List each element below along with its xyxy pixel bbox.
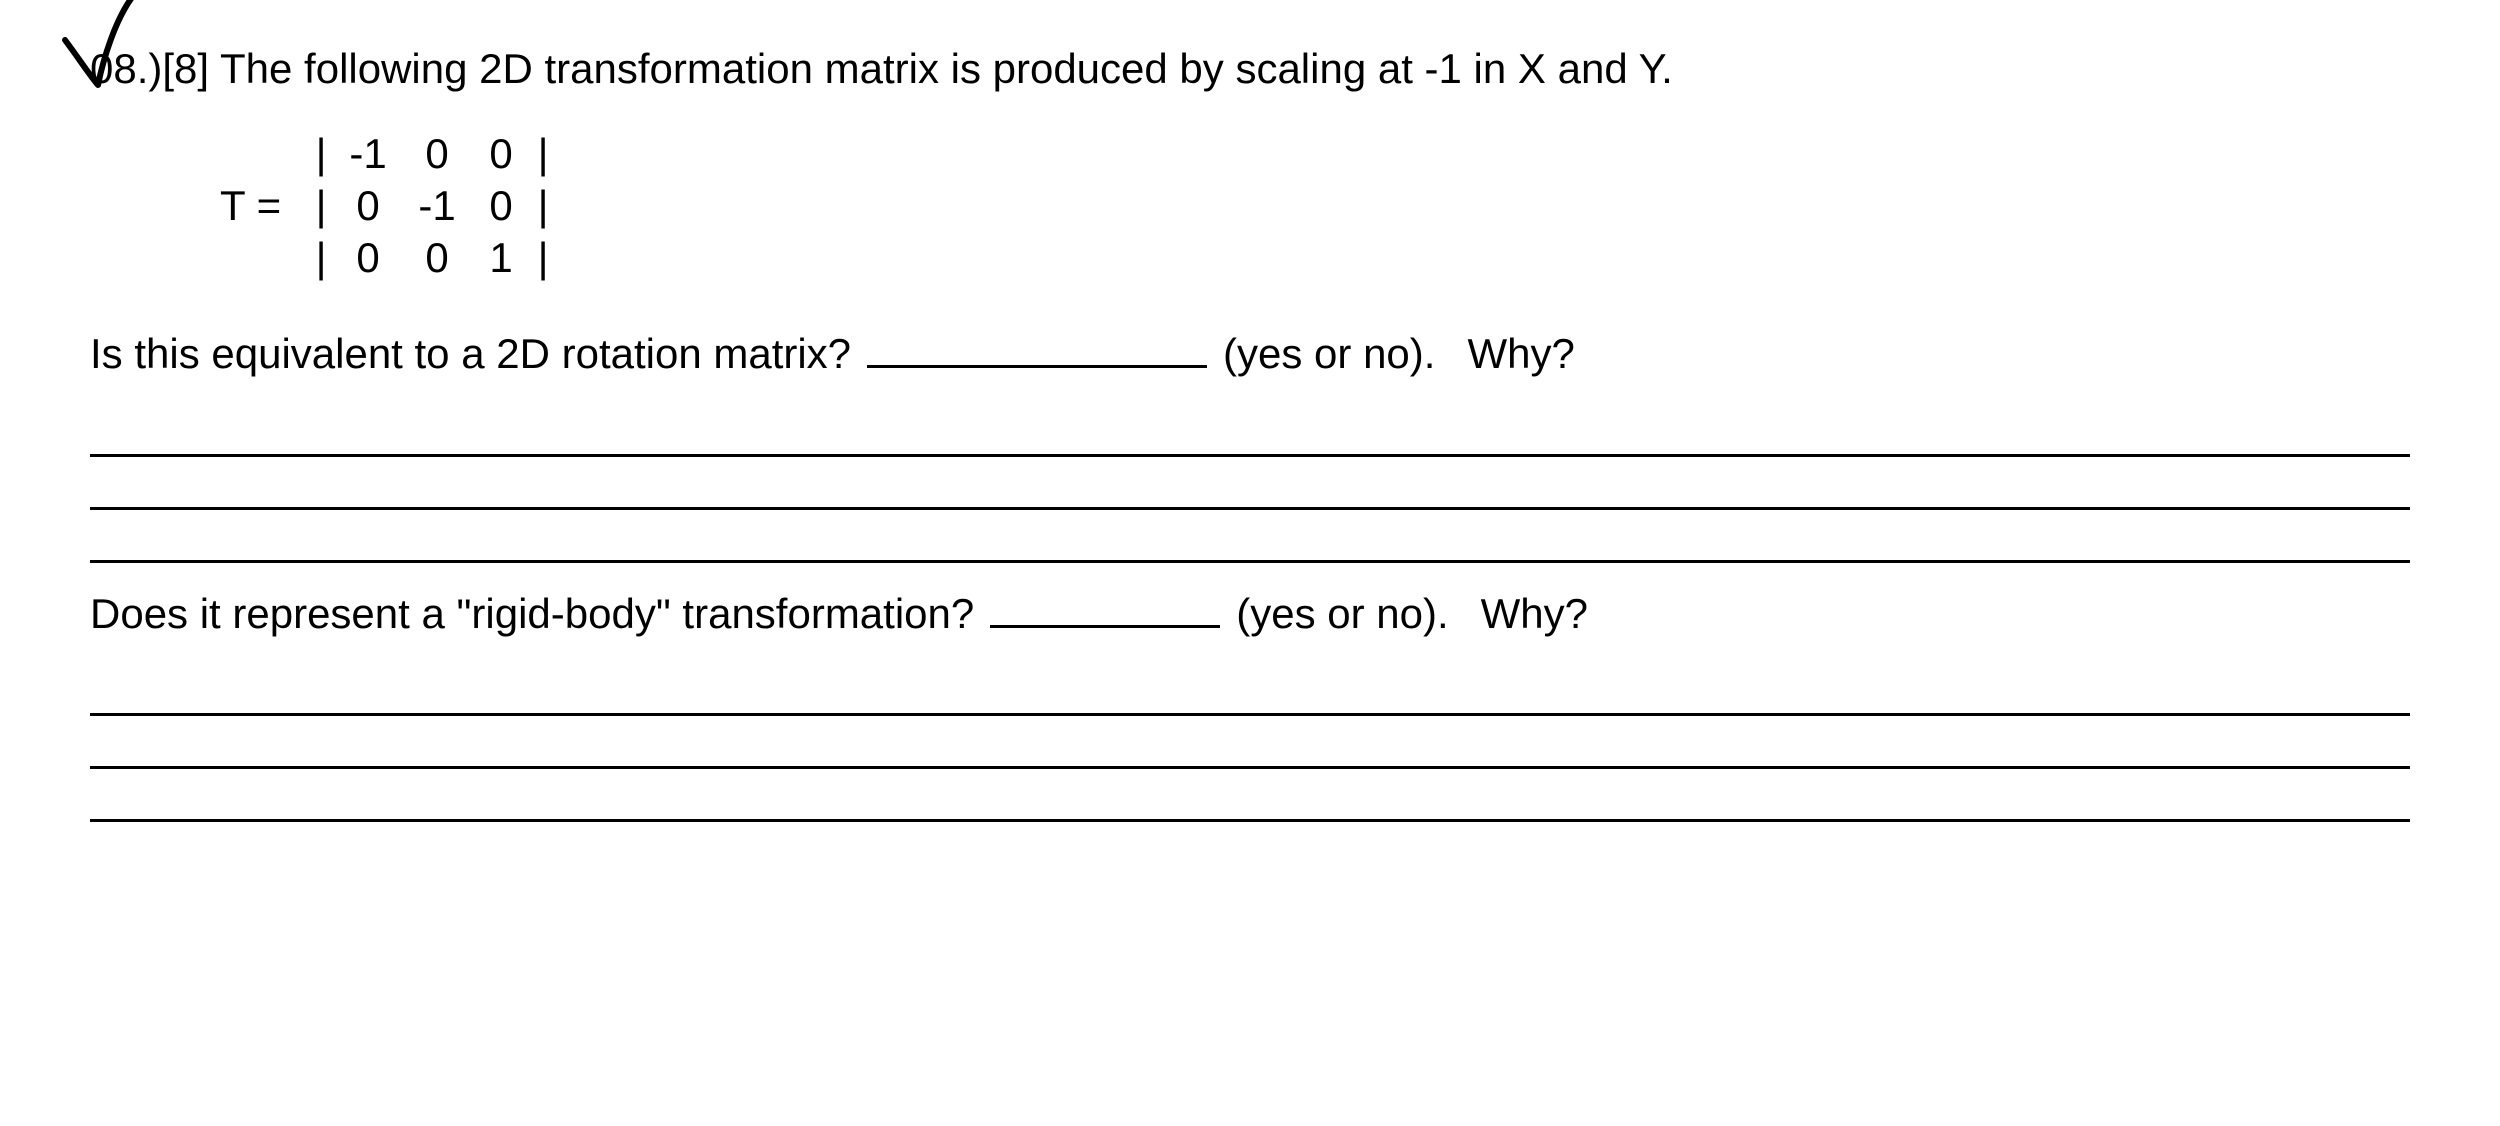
subquestion-1: Is this equivalent to a 2D rotation matr… bbox=[90, 325, 2410, 384]
answer-blank-yesno-2[interactable] bbox=[990, 591, 1220, 628]
matrix-bracket: | bbox=[311, 125, 331, 184]
answer-blank-yesno-1[interactable] bbox=[867, 331, 1207, 368]
subquestion-1-text: Is this equivalent to a 2D rotation matr… bbox=[90, 325, 851, 384]
question-header: 08.)[8] The following 2D transformation … bbox=[90, 40, 2410, 99]
matrix-bracket: | bbox=[311, 177, 331, 236]
matrix: | -1 0 0 | | 0 -1 0 | | 0 0 1 | bbox=[311, 129, 553, 285]
why-label: Why? bbox=[1467, 325, 1574, 384]
matrix-bracket: | bbox=[533, 125, 553, 184]
matrix-cell: 0 bbox=[469, 177, 533, 236]
matrix-cell: 0 bbox=[405, 229, 469, 288]
answer-line[interactable] bbox=[90, 514, 2410, 563]
matrix-label: T = bbox=[220, 177, 281, 236]
matrix-cell: 1 bbox=[469, 229, 533, 288]
subquestion-2: Does it represent a "rigid-body" transfo… bbox=[90, 585, 2410, 644]
matrix-block: T = | -1 0 0 | | 0 -1 0 | | 0 0 1 | bbox=[220, 129, 2410, 285]
answer-line[interactable] bbox=[90, 773, 2410, 822]
answer-line[interactable] bbox=[90, 720, 2410, 769]
matrix-cell: 0 bbox=[405, 125, 469, 184]
matrix-bracket: | bbox=[311, 229, 331, 288]
matrix-bracket: | bbox=[533, 177, 553, 236]
answer-line[interactable] bbox=[90, 649, 2410, 716]
matrix-row: | 0 0 1 | bbox=[311, 233, 553, 285]
matrix-cell: 0 bbox=[331, 229, 405, 288]
answer-line[interactable] bbox=[90, 390, 2410, 457]
why-label: Why? bbox=[1481, 585, 1588, 644]
matrix-bracket: | bbox=[533, 229, 553, 288]
yes-no-hint: (yes or no). bbox=[1223, 325, 1435, 384]
subquestion-2-text: Does it represent a "rigid-body" transfo… bbox=[90, 585, 974, 644]
yes-no-hint: (yes or no). bbox=[1236, 585, 1448, 644]
answer-line[interactable] bbox=[90, 461, 2410, 510]
exam-question-page: 08.)[8] The following 2D transformation … bbox=[0, 0, 2500, 1126]
matrix-cell: -1 bbox=[405, 177, 469, 236]
checkmark-icon bbox=[60, 0, 170, 95]
matrix-cell: 0 bbox=[331, 177, 405, 236]
matrix-cell: 0 bbox=[469, 125, 533, 184]
matrix-row: | -1 0 0 | bbox=[311, 129, 553, 181]
question-prompt: The following 2D transformation matrix i… bbox=[220, 45, 1673, 92]
matrix-row: | 0 -1 0 | bbox=[311, 181, 553, 233]
matrix-cell: -1 bbox=[331, 125, 405, 184]
